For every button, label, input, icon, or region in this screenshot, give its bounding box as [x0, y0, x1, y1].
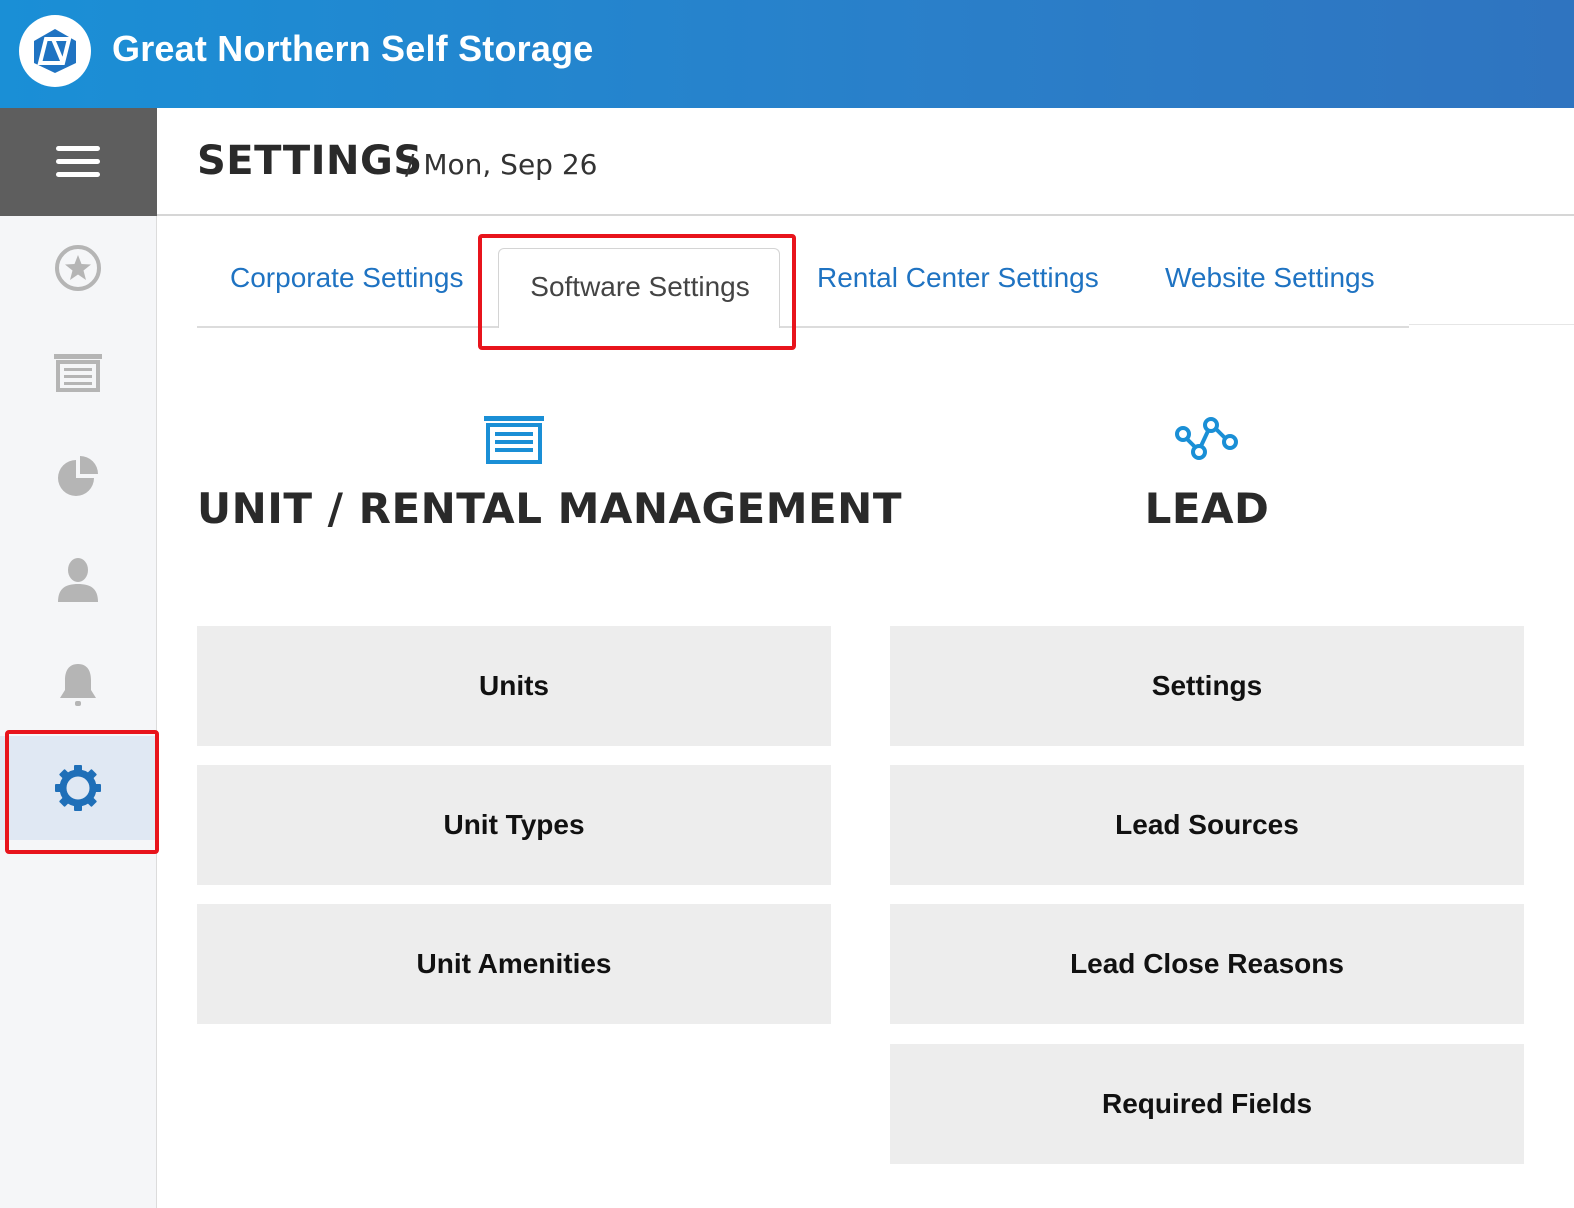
- logo-icon: [34, 29, 76, 73]
- sidebar-item-settings[interactable]: [0, 736, 157, 840]
- sidebar-item-units[interactable]: [0, 320, 157, 424]
- page-header: SETTINGS / Mon, Sep 26: [157, 108, 1574, 216]
- app-title: Great Northern Self Storage: [112, 28, 594, 69]
- logo[interactable]: [19, 15, 91, 87]
- tab-corporate-settings[interactable]: Corporate Settings: [230, 262, 463, 294]
- bell-icon: [60, 664, 96, 706]
- hamburger-icon-bar: [56, 159, 100, 164]
- tab-software-settings-label: Software Settings: [530, 271, 750, 302]
- storage-unit-icon: [484, 416, 544, 464]
- unit-types-button[interactable]: Unit Types: [197, 765, 831, 885]
- page-date: / Mon, Sep 26: [405, 148, 598, 181]
- hamburger-menu-button[interactable]: [0, 108, 157, 216]
- page-title: SETTINGS: [197, 138, 423, 184]
- sidebar-item-reports[interactable]: [0, 424, 157, 528]
- hamburger-icon-bar: [56, 172, 100, 177]
- section-title-unit-management: UNIT / RENTAL MANAGEMENT: [197, 484, 902, 533]
- app-header: Great Northern Self Storage: [0, 0, 1574, 108]
- sidebar-item-favorites[interactable]: [0, 216, 157, 320]
- hamburger-icon: [56, 146, 100, 151]
- storage-unit-icon: [54, 354, 102, 392]
- lead-sources-button[interactable]: Lead Sources: [890, 765, 1524, 885]
- star-icon: [55, 245, 101, 291]
- user-icon: [58, 558, 98, 602]
- sidebar-item-tenants[interactable]: [0, 528, 157, 632]
- sidebar: [0, 108, 157, 1208]
- tab-rental-center-settings[interactable]: Rental Center Settings: [817, 262, 1099, 294]
- tabs-divider: [197, 326, 1409, 328]
- tab-software-settings[interactable]: Software Settings: [498, 248, 780, 328]
- sidebar-item-notifications[interactable]: [0, 632, 157, 736]
- unit-amenities-button[interactable]: Unit Amenities: [197, 904, 831, 1024]
- units-button[interactable]: Units: [197, 626, 831, 746]
- tabs-divider-right: [1409, 324, 1574, 325]
- lead-flow-icon: [1175, 417, 1238, 460]
- gear-icon: [55, 765, 101, 811]
- required-fields-button[interactable]: Required Fields: [890, 1044, 1524, 1164]
- pie-chart-icon: [58, 456, 98, 496]
- lead-settings-button[interactable]: Settings: [890, 626, 1524, 746]
- lead-close-reasons-button[interactable]: Lead Close Reasons: [890, 904, 1524, 1024]
- tab-website-settings[interactable]: Website Settings: [1165, 262, 1375, 294]
- section-title-lead: LEAD: [1144, 484, 1270, 533]
